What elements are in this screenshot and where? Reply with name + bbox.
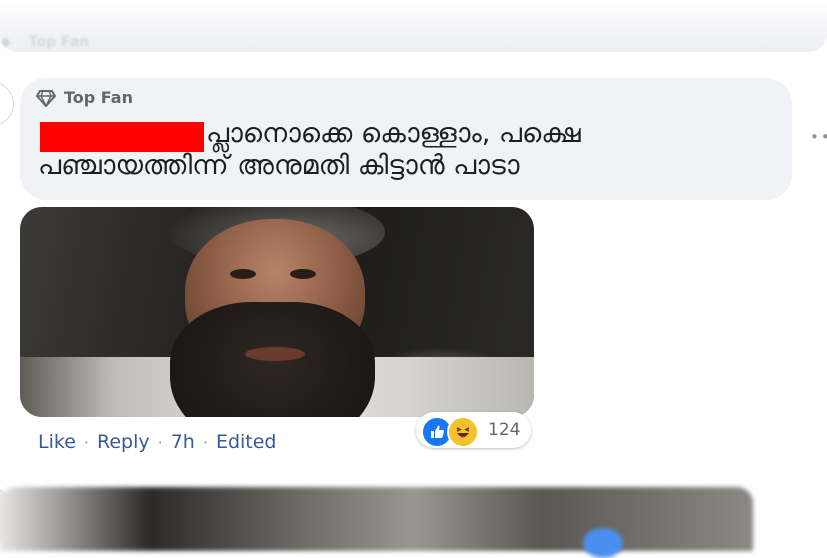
edited-link[interactable]: Edited bbox=[216, 431, 277, 453]
comment-actions: Like · Reply · 7h · Edited bbox=[38, 431, 276, 453]
next-comment-reaction bbox=[583, 528, 623, 558]
comment-text-line-1: പ്ലാനൊക്കെ കൊള്ളാം, പക്ഷെ bbox=[206, 118, 581, 149]
thumbs-up-icon bbox=[431, 425, 444, 438]
separator: · bbox=[202, 432, 208, 452]
image-mouth bbox=[245, 347, 305, 361]
top-fan-label: Top Fan bbox=[64, 88, 133, 107]
comment-text-line-2: പഞ്ചായത്തിന്ന് അനുമതി കിട്ടാൻ പാടാ bbox=[38, 150, 520, 181]
next-comment-image bbox=[0, 487, 753, 551]
top-fan-icon bbox=[36, 89, 56, 107]
top-fan-icon: ◆ bbox=[0, 34, 11, 50]
image-eye bbox=[290, 269, 316, 279]
image-eye bbox=[230, 269, 256, 279]
haha-icon bbox=[447, 416, 479, 448]
separator: · bbox=[157, 432, 163, 452]
comment-attached-image[interactable] bbox=[20, 207, 534, 417]
redacted-commenter-name bbox=[40, 122, 204, 152]
separator: · bbox=[83, 432, 89, 452]
more-options-icon[interactable]: ••• bbox=[810, 128, 827, 146]
laughing-face-icon bbox=[456, 427, 470, 438]
previous-badge-label: Top Fan bbox=[28, 34, 90, 50]
avatar[interactable] bbox=[0, 82, 14, 126]
top-fan-badge[interactable]: Top Fan bbox=[36, 88, 133, 107]
timestamp-link[interactable]: 7h bbox=[171, 431, 195, 453]
previous-comment-bubble bbox=[0, 0, 827, 52]
previous-comment-badge: ◆ Top Fan bbox=[0, 34, 89, 50]
reaction-count: 124 bbox=[488, 420, 521, 440]
reactions-summary[interactable]: 124 bbox=[416, 412, 531, 448]
reply-link[interactable]: Reply bbox=[97, 431, 150, 453]
like-link[interactable]: Like bbox=[38, 431, 76, 453]
